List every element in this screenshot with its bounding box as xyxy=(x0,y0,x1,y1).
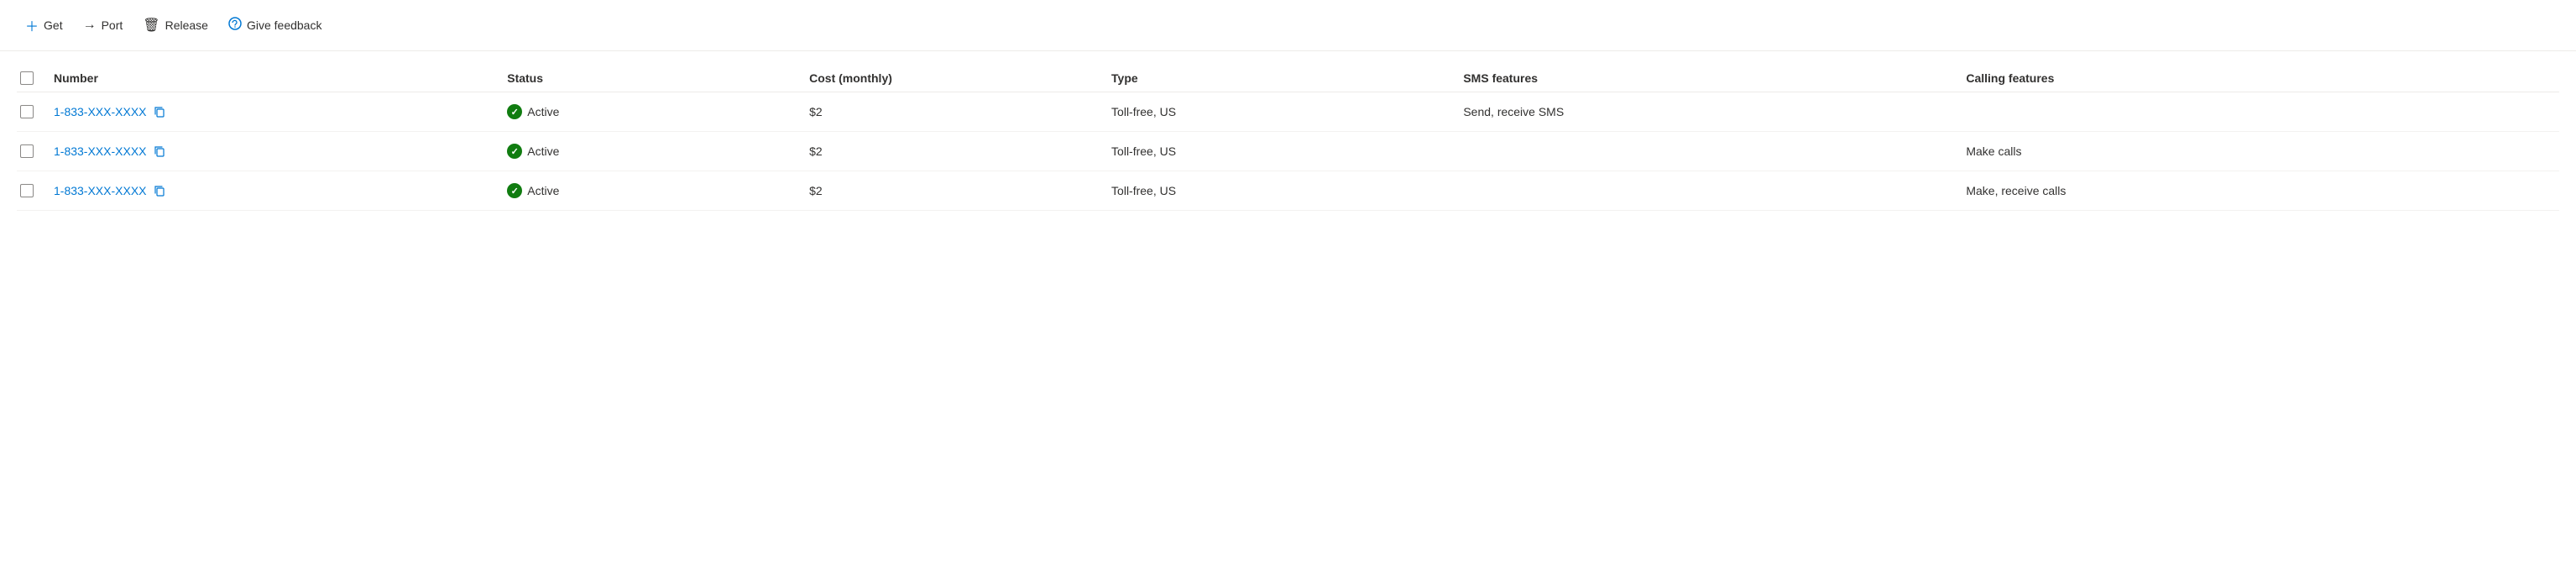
feedback-button[interactable]: Give feedback xyxy=(220,12,331,39)
table-row: 1-833-XXX-XXXX Active $2 Toll-free, US xyxy=(17,92,2559,132)
row-type-cell: Toll-free, US xyxy=(1101,132,1453,171)
release-button[interactable]: 🗑 Release xyxy=(134,12,217,39)
row-number-cell: 1-833-XXX-XXXX xyxy=(44,92,497,132)
phone-number-link[interactable]: 1-833-XXX-XXXX xyxy=(54,183,487,198)
sms-header: SMS features xyxy=(1453,65,1956,92)
table-row: 1-833-XXX-XXXX Active $2 Toll-free, US xyxy=(17,171,2559,211)
row-calling-cell xyxy=(1956,92,2559,132)
status-header: Status xyxy=(497,65,799,92)
status-display: Active xyxy=(507,144,789,159)
row-status-cell: Active xyxy=(497,92,799,132)
feedback-icon xyxy=(228,17,242,34)
port-button[interactable]: → Port xyxy=(75,13,132,38)
copy-number-button[interactable] xyxy=(152,183,167,198)
row-checkbox-cell xyxy=(17,92,44,132)
table-header-row: Number Status Cost (monthly) Type SMS fe… xyxy=(17,65,2559,92)
row-number-cell: 1-833-XXX-XXXX xyxy=(44,171,497,211)
row-status-cell: Active xyxy=(497,171,799,211)
copy-number-button[interactable] xyxy=(152,104,167,119)
get-button[interactable]: ＋ Get xyxy=(17,10,71,40)
row-sms-cell: Send, receive SMS xyxy=(1453,92,1956,132)
status-text: Active xyxy=(527,184,559,197)
phone-numbers-table-container: Number Status Cost (monthly) Type SMS fe… xyxy=(0,51,2576,224)
feedback-label: Give feedback xyxy=(247,18,322,32)
phone-number-link[interactable]: 1-833-XXX-XXXX xyxy=(54,104,487,119)
number-header: Number xyxy=(44,65,497,92)
row-status-cell: Active xyxy=(497,132,799,171)
status-text: Active xyxy=(527,144,559,158)
row-sms-cell xyxy=(1453,132,1956,171)
row-cost-cell: $2 xyxy=(799,92,1101,132)
row-type-cell: Toll-free, US xyxy=(1101,171,1453,211)
row-checkbox-1[interactable] xyxy=(20,144,34,158)
row-checkbox-cell xyxy=(17,132,44,171)
row-calling-cell: Make, receive calls xyxy=(1956,171,2559,211)
get-label: Get xyxy=(44,18,63,32)
row-calling-cell: Make calls xyxy=(1956,132,2559,171)
plus-icon: ＋ xyxy=(25,15,39,35)
row-type-cell: Toll-free, US xyxy=(1101,92,1453,132)
select-all-checkbox[interactable] xyxy=(20,71,34,85)
status-display: Active xyxy=(507,104,789,119)
type-header: Type xyxy=(1101,65,1453,92)
row-checkbox-cell xyxy=(17,171,44,211)
row-sms-cell xyxy=(1453,171,1956,211)
active-status-icon xyxy=(507,144,522,159)
calling-header: Calling features xyxy=(1956,65,2559,92)
active-status-icon xyxy=(507,183,522,198)
cost-header: Cost (monthly) xyxy=(799,65,1101,92)
row-checkbox-0[interactable] xyxy=(20,105,34,118)
release-label: Release xyxy=(165,18,208,32)
phone-number-link[interactable]: 1-833-XXX-XXXX xyxy=(54,144,487,159)
row-cost-cell: $2 xyxy=(799,132,1101,171)
row-checkbox-2[interactable] xyxy=(20,184,34,197)
arrow-icon: → xyxy=(83,18,97,33)
table-row: 1-833-XXX-XXXX Active $2 Toll-free, US xyxy=(17,132,2559,171)
phone-numbers-table: Number Status Cost (monthly) Type SMS fe… xyxy=(17,65,2559,211)
trash-icon: 🗑 xyxy=(143,17,159,34)
active-status-icon xyxy=(507,104,522,119)
row-number-cell: 1-833-XXX-XXXX xyxy=(44,132,497,171)
port-label: Port xyxy=(102,18,123,32)
row-cost-cell: $2 xyxy=(799,171,1101,211)
copy-number-button[interactable] xyxy=(152,144,167,159)
select-all-header xyxy=(17,65,44,92)
status-text: Active xyxy=(527,105,559,118)
toolbar: ＋ Get → Port 🗑 Release Give feedback xyxy=(0,0,2576,51)
status-display: Active xyxy=(507,183,789,198)
